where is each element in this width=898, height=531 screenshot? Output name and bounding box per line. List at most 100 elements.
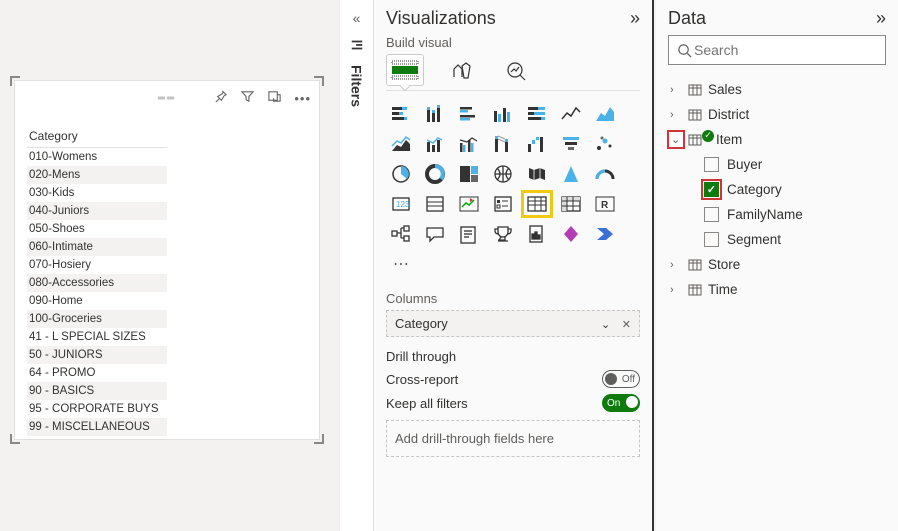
field-segment[interactable]: Segment xyxy=(668,227,886,252)
stacked-bar-icon[interactable] xyxy=(386,101,416,127)
stacked-area-icon[interactable] xyxy=(386,131,416,157)
pin-icon[interactable] xyxy=(213,89,228,107)
waterfall-icon[interactable] xyxy=(522,131,552,157)
filled-map-icon[interactable] xyxy=(522,161,552,187)
search-input[interactable] xyxy=(692,41,877,59)
columns-field-well[interactable]: Category ⌄ ✕ xyxy=(386,310,640,337)
table-row[interactable]: 050-Shoes xyxy=(27,220,167,238)
table-icon xyxy=(688,83,702,97)
line-clustered-column-icon[interactable] xyxy=(454,131,484,157)
collapse-viz-icon[interactable]: » xyxy=(630,8,640,29)
scatter-icon[interactable] xyxy=(590,131,620,157)
table-icon[interactable] xyxy=(522,191,552,217)
table-visual: Category 010-Womens020-Mens030-Kids040-J… xyxy=(27,125,167,436)
stacked100-bar-icon[interactable] xyxy=(522,101,552,127)
card-icon[interactable]: 123 xyxy=(386,191,416,217)
table-row[interactable]: 070-Hosiery xyxy=(27,256,167,274)
table-row[interactable]: 90 - BASICS xyxy=(27,382,167,400)
checkbox[interactable] xyxy=(704,157,719,172)
stacked-column-icon[interactable] xyxy=(420,101,450,127)
collapse-data-icon[interactable]: » xyxy=(876,8,886,29)
chevron-right-icon[interactable]: › xyxy=(670,84,682,96)
field-buyer[interactable]: Buyer xyxy=(668,152,886,177)
drillthrough-dropzone[interactable]: Add drill-through fields here xyxy=(386,420,640,457)
build-visual-label: Build visual xyxy=(386,35,640,50)
table-row[interactable]: 060-Intimate xyxy=(27,238,167,256)
power-apps-icon[interactable] xyxy=(556,221,586,247)
table-row[interactable]: 99 - MISCELLANEOUS xyxy=(27,418,167,436)
treemap-icon[interactable] xyxy=(454,161,484,187)
table-row[interactable]: 41 - L SPECIAL SIZES xyxy=(27,328,167,346)
table-row[interactable]: 100-Groceries xyxy=(27,310,167,328)
table-row[interactable]: 030-Kids xyxy=(27,184,167,202)
gauge-icon[interactable] xyxy=(590,161,620,187)
search-box[interactable] xyxy=(668,35,886,65)
table-row[interactable]: 040-Juniors xyxy=(27,202,167,220)
chevron-right-icon[interactable]: › xyxy=(670,109,682,121)
filters-label[interactable]: Filters xyxy=(349,65,365,107)
field-familyname[interactable]: FamilyName xyxy=(668,202,886,227)
remove-field-icon[interactable]: ✕ xyxy=(622,319,631,331)
smart-narrative-icon[interactable] xyxy=(454,221,484,247)
chevron-down-icon[interactable]: ⌄ xyxy=(601,319,610,331)
chevron-right-icon[interactable]: › xyxy=(670,284,682,296)
table-row[interactable]: 010-Womens xyxy=(27,148,167,166)
drag-grip-icon[interactable]: ══ xyxy=(158,93,176,104)
matrix-icon[interactable] xyxy=(556,191,586,217)
decomposition-tree-icon[interactable] xyxy=(386,221,416,247)
filters-pane-collapsed: « Filters xyxy=(340,0,374,531)
line-chart-icon[interactable] xyxy=(556,101,586,127)
checkbox-checked[interactable]: ✓ xyxy=(704,182,719,197)
table-icon xyxy=(688,108,702,122)
chevron-down-icon[interactable]: ⌄ xyxy=(670,133,682,146)
multirow-card-icon[interactable] xyxy=(420,191,450,217)
ribbon-chart-icon[interactable] xyxy=(488,131,518,157)
more-options-icon[interactable]: ••• xyxy=(294,91,311,106)
data-title: Data xyxy=(668,8,706,29)
expand-filters-icon[interactable]: « xyxy=(353,10,361,26)
table-row[interactable]: 090-Home xyxy=(27,292,167,310)
map-icon[interactable] xyxy=(488,161,518,187)
table-store[interactable]: › Store xyxy=(668,252,886,277)
visualizations-title: Visualizations xyxy=(386,8,496,29)
build-visual-tab[interactable] xyxy=(386,54,424,86)
get-more-visuals-icon[interactable]: ⋯ xyxy=(386,251,416,277)
table-row[interactable]: 50 - JUNIORS xyxy=(27,346,167,364)
table-sales[interactable]: › Sales xyxy=(668,77,886,102)
field-category[interactable]: ✓ Category xyxy=(668,177,886,202)
pie-chart-icon[interactable] xyxy=(386,161,416,187)
kpi-icon[interactable] xyxy=(454,191,484,217)
table-row[interactable]: 020-Mens xyxy=(27,166,167,184)
table-item[interactable]: ⌄ ✓ Item xyxy=(668,127,886,152)
keep-filters-toggle[interactable]: On xyxy=(602,394,640,412)
table-row[interactable]: 95 - CORPORATE BUYS xyxy=(27,400,167,418)
power-automate-icon[interactable] xyxy=(590,221,620,247)
azure-map-icon[interactable] xyxy=(556,161,586,187)
area-chart-icon[interactable] xyxy=(590,101,620,127)
filter-icon[interactable] xyxy=(240,89,255,107)
checkbox[interactable] xyxy=(704,232,719,247)
table-row[interactable]: 080-Accessories xyxy=(27,274,167,292)
qna-icon[interactable] xyxy=(420,221,450,247)
clustered-column-icon[interactable] xyxy=(488,101,518,127)
table-column-header[interactable]: Category xyxy=(27,125,167,148)
paginated-report-icon[interactable] xyxy=(522,221,552,247)
checkbox[interactable] xyxy=(704,207,719,222)
goals-icon[interactable] xyxy=(488,221,518,247)
funnel-icon[interactable] xyxy=(556,131,586,157)
line-stacked-column-icon[interactable] xyxy=(420,131,450,157)
analytics-tab[interactable] xyxy=(498,54,536,86)
table-time[interactable]: › Time xyxy=(668,277,886,302)
donut-chart-icon[interactable] xyxy=(420,161,450,187)
r-visual-icon[interactable]: R xyxy=(590,191,620,217)
table-row[interactable]: 64 - PROMO xyxy=(27,364,167,382)
clustered-bar-icon[interactable] xyxy=(454,101,484,127)
cross-report-label: Cross-report xyxy=(386,372,458,387)
table-visual-card[interactable]: ══ ••• Category 010-Womens020-Mens030-Ki… xyxy=(14,80,320,440)
table-district[interactable]: › District xyxy=(668,102,886,127)
chevron-right-icon[interactable]: › xyxy=(670,259,682,271)
slicer-icon[interactable] xyxy=(488,191,518,217)
format-visual-tab[interactable] xyxy=(442,54,480,86)
cross-report-toggle[interactable]: Off xyxy=(602,370,640,388)
focus-mode-icon[interactable] xyxy=(267,89,282,107)
